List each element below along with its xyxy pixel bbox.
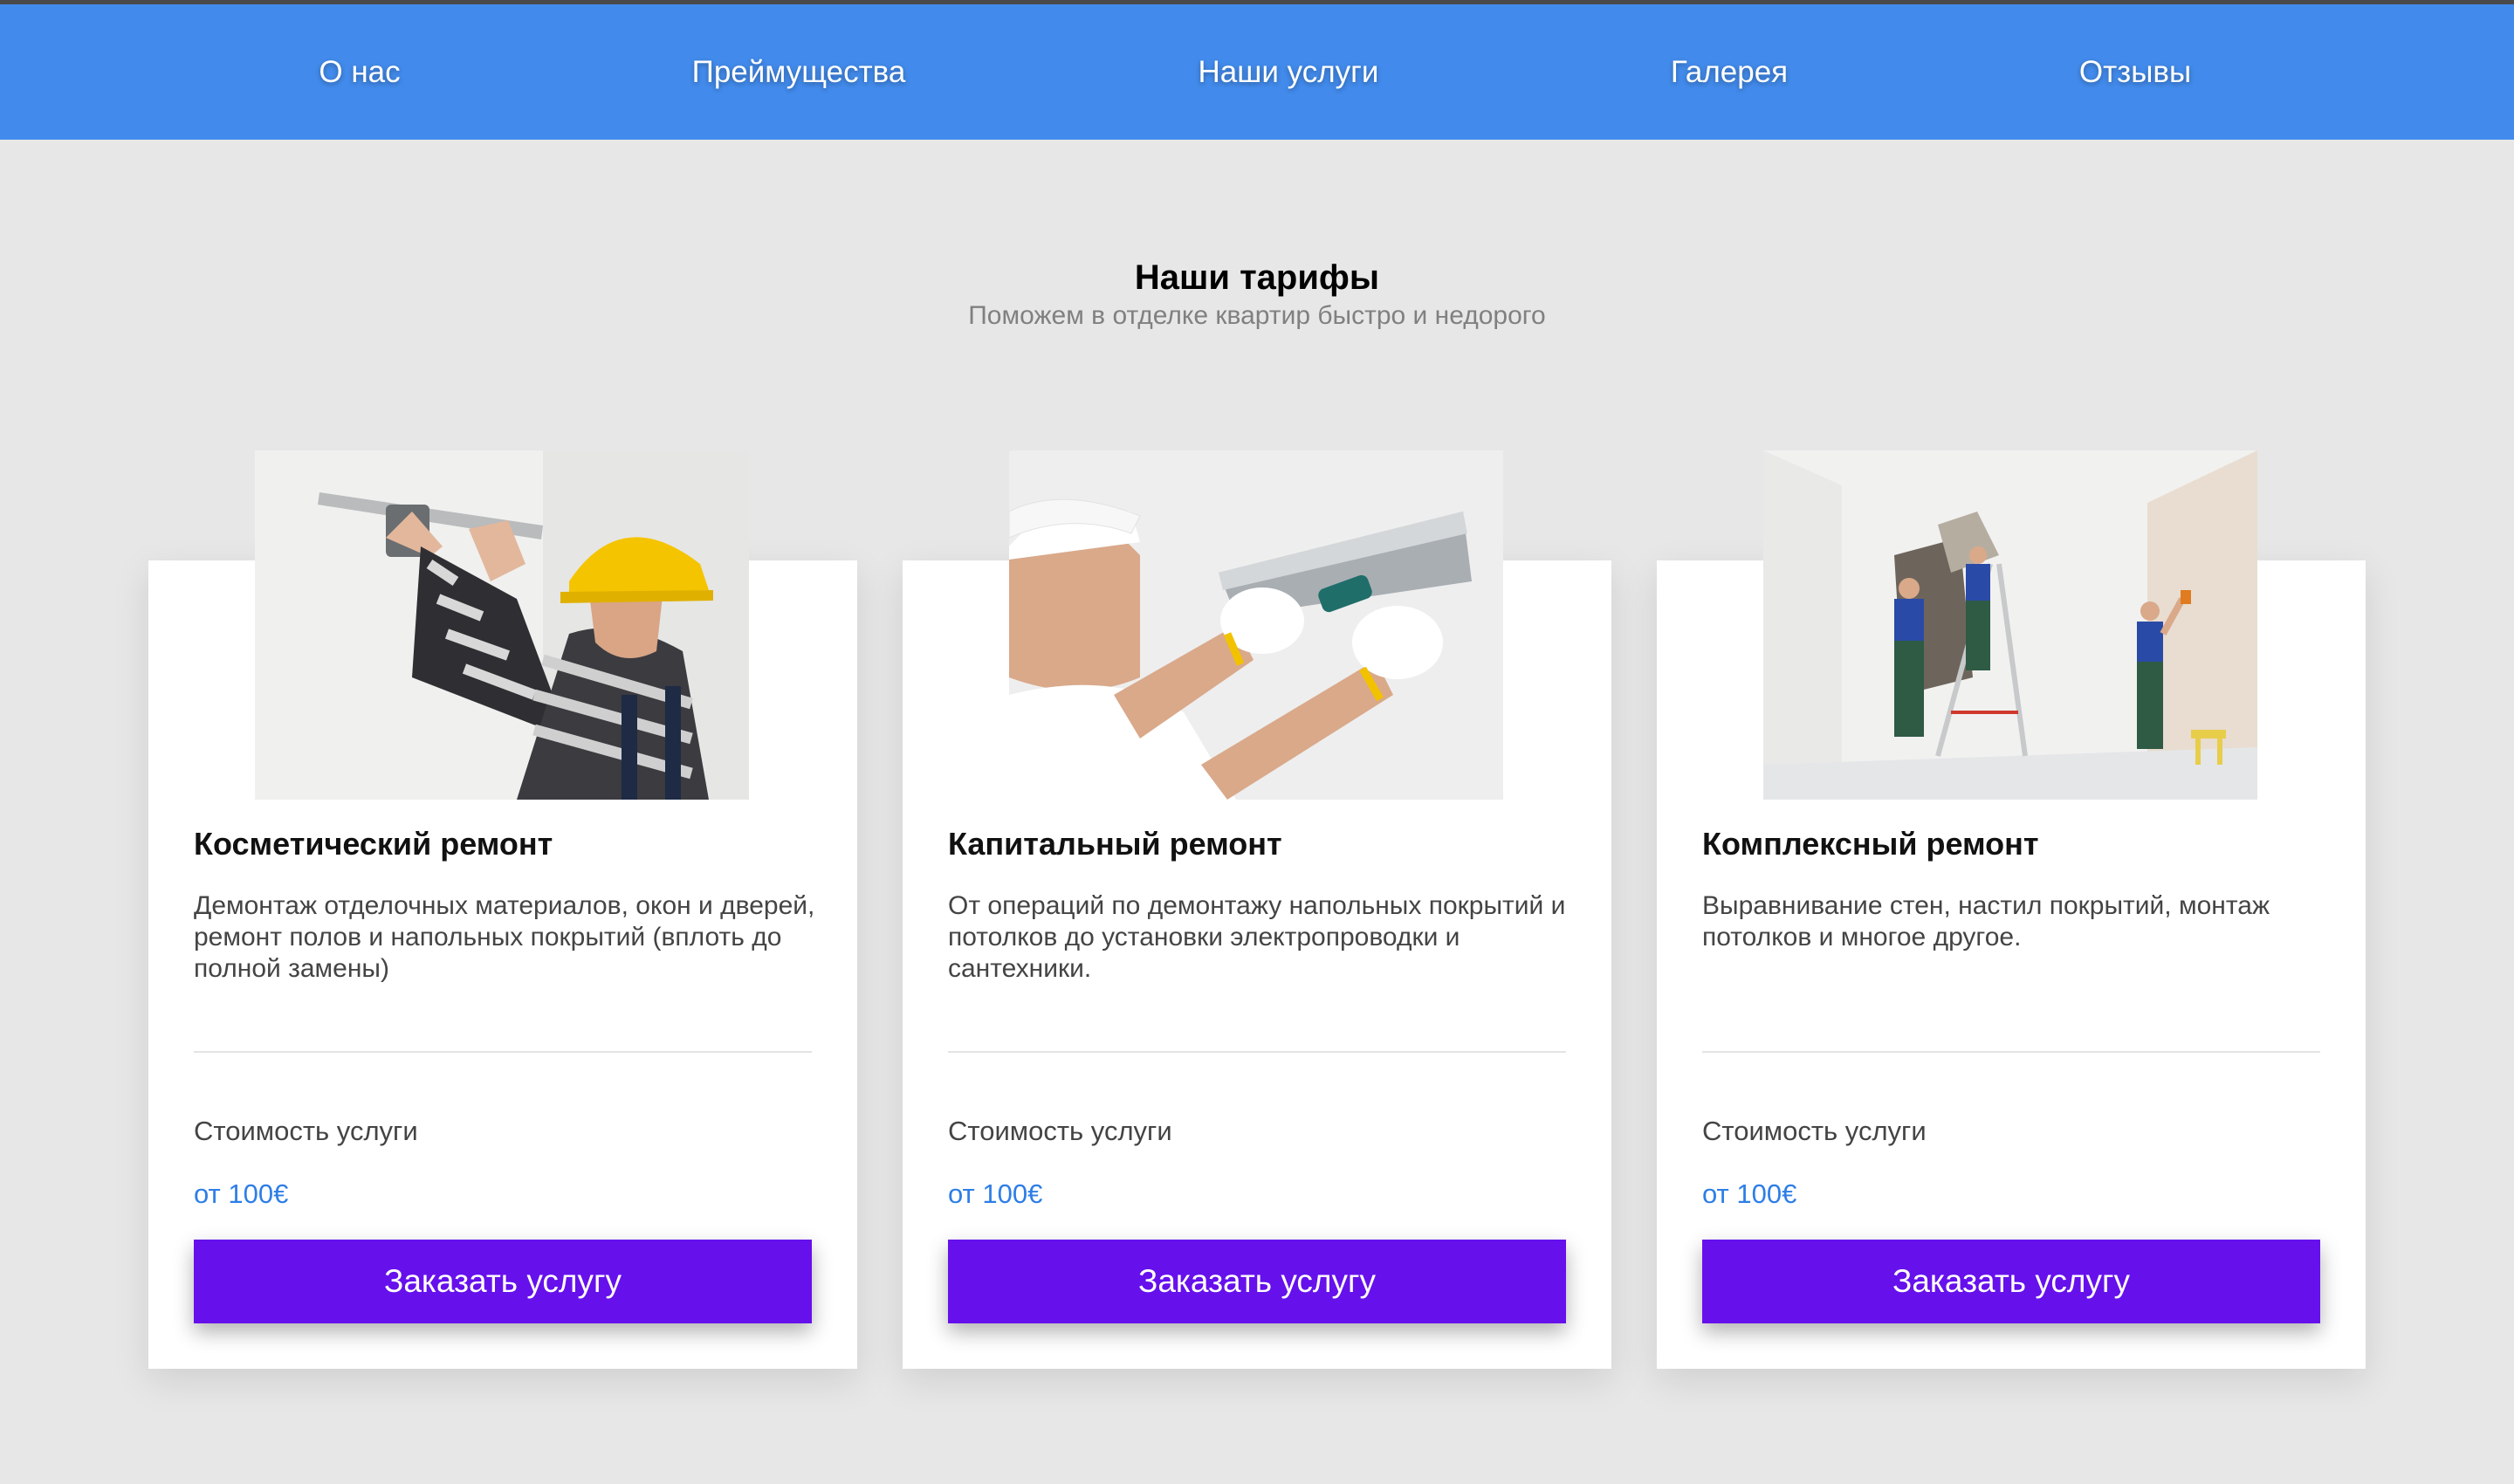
worker-plastering-wall-image [255, 450, 749, 800]
card-title: Косметический ремонт [194, 826, 553, 862]
section-title: Наши тарифы [1134, 258, 1380, 297]
card-description: Демонтаж отделочных материалов, окон и д… [194, 891, 815, 983]
nav-item-services[interactable]: Наши услуги [1199, 4, 1379, 140]
nav-item-gallery[interactable]: Галерея [1671, 4, 1788, 140]
tariff-card-capital: Капитальный ремонт От операций по демонт… [903, 450, 1611, 1369]
order-service-button[interactable]: Заказать услугу [1702, 1240, 2320, 1323]
card-divider [1702, 1051, 2320, 1053]
nav-item-advantages[interactable]: Преймущества [692, 4, 906, 140]
worker-spatula-image [1009, 450, 1503, 800]
card-title: Комплексный ремонт [1702, 826, 2039, 862]
card-divider [194, 1051, 812, 1053]
card-title: Капитальный ремонт [948, 826, 1282, 862]
card-divider [948, 1051, 1566, 1053]
nav-item-about[interactable]: О нас [319, 4, 400, 140]
section-subtitle: Поможем в отделке квартир быстро и недор… [968, 301, 1546, 330]
price-value: от 100€ [948, 1178, 1043, 1209]
tariff-card-cosmetic: Косметический ремонт Демонтаж отделочных… [148, 450, 857, 1369]
order-service-button[interactable]: Заказать услугу [194, 1240, 812, 1323]
price-value: от 100€ [194, 1178, 289, 1209]
nav-item-reviews[interactable]: Отзывы [2079, 4, 2191, 140]
card-description: От операций по демонтажу напольных покры… [948, 891, 1566, 983]
price-label: Стоимость услуги [194, 1116, 418, 1146]
price-value: от 100€ [1702, 1178, 1797, 1209]
card-description: Выравнивание стен, настил покрытий, монт… [1702, 891, 2270, 952]
price-label: Стоимость услуги [1702, 1116, 1927, 1146]
order-service-button[interactable]: Заказать услугу [948, 1240, 1566, 1323]
price-label: Стоимость услуги [948, 1116, 1172, 1146]
top-navigation: О нас Преймущества Наши услуги Галерея О… [0, 4, 2514, 140]
tariff-card-complex: Комплексный ремонт Выравнивание стен, на… [1657, 450, 2366, 1369]
team-renovating-room-image [1763, 450, 2257, 800]
